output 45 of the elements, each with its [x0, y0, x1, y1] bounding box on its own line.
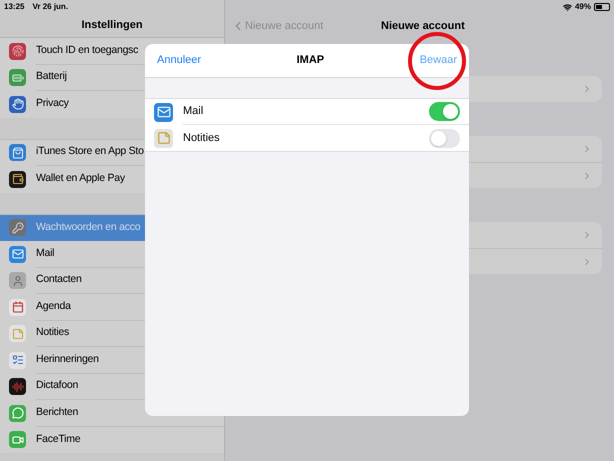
- sidebar-item-label: Batterij: [36, 69, 67, 84]
- sidebar-item-label: Dictafoon: [36, 378, 78, 394]
- sidebar-item[interactable]: Wallet en Apple Pay: [0, 166, 224, 192]
- video-camera-icon: [9, 431, 26, 448]
- wifi-icon: [562, 2, 572, 12]
- hand-icon: [9, 96, 26, 113]
- battery-icon: [594, 3, 610, 11]
- mail-icon: [9, 246, 26, 263]
- sidebar-item-label: FaceTime: [36, 432, 80, 447]
- sidebar-item-label: Berichten: [36, 404, 78, 420]
- sidebar-item-label: Notities: [36, 325, 70, 340]
- modal-title: IMAP: [296, 53, 324, 68]
- toggle-label: Mail: [183, 104, 204, 120]
- sidebar-item-label: Mail: [36, 246, 54, 261]
- sidebar-item-label: Privacy: [36, 96, 69, 112]
- notes-icon: [9, 325, 26, 342]
- sidebar-item-label: iTunes Store en App Sto: [36, 144, 144, 160]
- sidebar-item-label: Contacten: [36, 272, 82, 288]
- key-icon: [9, 219, 26, 236]
- app-store-icon: [9, 144, 26, 162]
- battery-percentage: 49%: [574, 1, 591, 13]
- battery-icon: [9, 69, 26, 86]
- sidebar-item-label: Touch ID en toegangsc: [36, 42, 138, 58]
- cancel-button[interactable]: Annuleer: [157, 52, 202, 69]
- toggle-label: Notities: [183, 130, 220, 146]
- status-date: Vr 26 jun.: [32, 1, 68, 13]
- sidebar-item-label: Agenda: [36, 298, 71, 314]
- toggle-switch[interactable]: [429, 102, 460, 121]
- toggle-switch[interactable]: [429, 128, 460, 148]
- notes-icon: [154, 128, 173, 148]
- calendar-icon: [9, 298, 26, 316]
- sidebar-item[interactable]: FaceTime: [0, 426, 224, 453]
- page-title: Nieuwe account: [381, 18, 465, 34]
- wallet-icon: [9, 170, 26, 188]
- sidebar-title: Instellingen: [81, 18, 143, 34]
- mail-icon: [154, 102, 173, 122]
- sidebar-item-label: Wachtwoorden en acco: [36, 220, 140, 235]
- sidebar-item-label: Herinneringen: [36, 352, 99, 367]
- list-icon: [9, 352, 26, 369]
- fingerprint-icon: [9, 42, 26, 60]
- waveform-icon: [9, 378, 26, 396]
- sidebar-item-label: Wallet en Apple Pay: [36, 171, 125, 186]
- status-time: 13:25: [4, 1, 24, 13]
- speech-bubble-icon: [9, 404, 26, 422]
- contact-icon: [9, 272, 26, 290]
